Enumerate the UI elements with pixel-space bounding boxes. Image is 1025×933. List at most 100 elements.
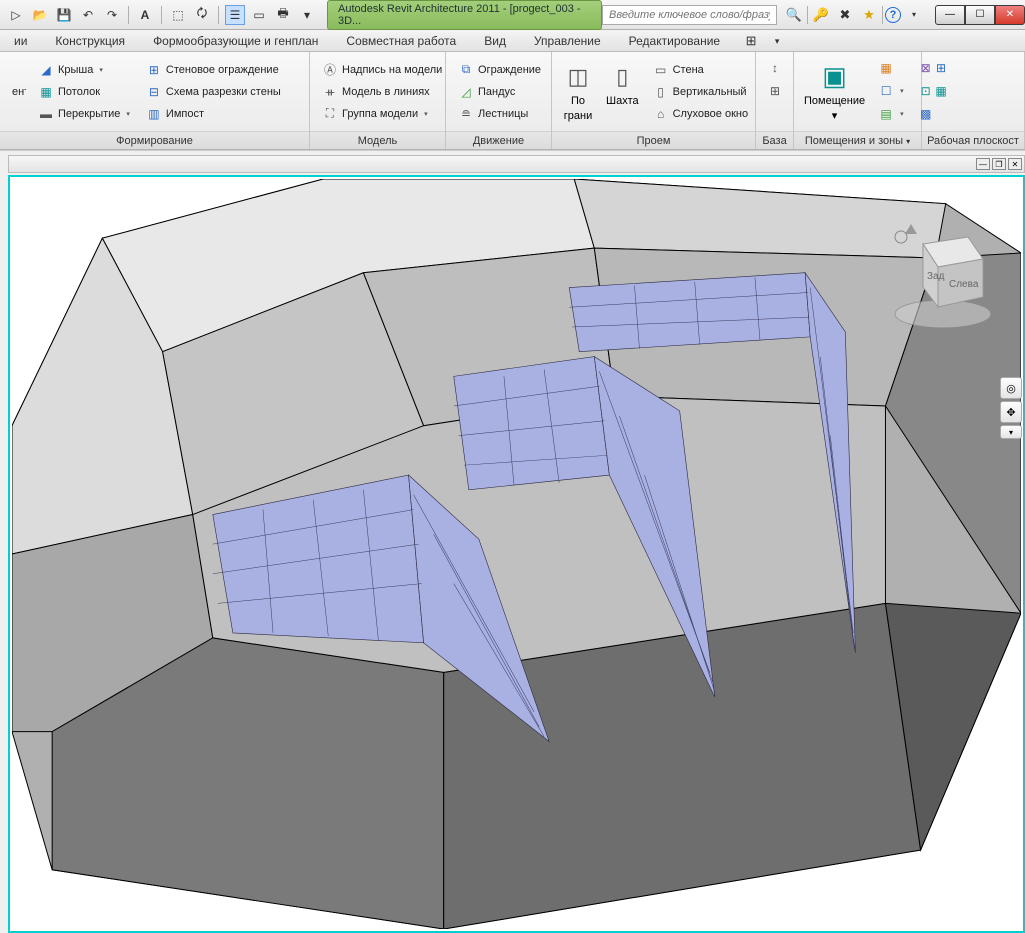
area-button[interactable]: ▤▾ <box>874 104 908 124</box>
mullion-button[interactable]: ▥Импост <box>142 104 285 124</box>
minimize-button[interactable]: — <box>935 5 965 25</box>
sheet-icon[interactable]: ▭ <box>249 5 269 25</box>
search-input[interactable] <box>602 5 777 25</box>
canvas-3d[interactable] <box>12 179 1021 929</box>
tab-massing[interactable]: Формообразующие и генплан <box>139 31 332 51</box>
sync-icon[interactable]: 🗘 <box>192 5 212 25</box>
roof-button[interactable]: ◢Крыша▾ <box>34 60 134 80</box>
curtain-system-icon: ⊞ <box>146 62 162 78</box>
tab-modify[interactable]: Редактирование <box>615 31 734 51</box>
ribbon-collapse-icon[interactable]: ▾ <box>766 31 788 51</box>
view-restore-button[interactable]: ❐ <box>992 158 1006 170</box>
tab-view[interactable]: Вид <box>470 31 520 51</box>
model-line-button[interactable]: ᚑМодель в линиях <box>318 82 446 102</box>
pan-button[interactable]: ✥ <box>1000 401 1022 423</box>
railing-icon: ⧉ <box>458 62 474 78</box>
options-icon[interactable]: ▾ <box>297 5 317 25</box>
viewcube-left-label: Слева <box>949 279 979 290</box>
room-sep-icon: ▦ <box>878 60 894 76</box>
help-dropdown-icon[interactable]: ▾ <box>903 5 925 25</box>
favorites-icon[interactable]: ★ <box>858 5 880 25</box>
ramp-button[interactable]: ◿Пандус <box>454 82 545 102</box>
label: Перекрытие <box>58 108 120 120</box>
separator <box>161 6 162 24</box>
wall-opening-button[interactable]: ▭ Стена <box>649 60 753 80</box>
window-controls: — ☐ ✕ <box>935 5 1025 25</box>
label: Ограждение <box>478 64 541 76</box>
set-plane-icon: ⊞ <box>933 60 949 76</box>
label: Шахта <box>606 95 639 107</box>
open-icon[interactable]: 📂 <box>30 5 50 25</box>
level-button[interactable]: ↕ <box>763 58 787 78</box>
tab-home-truncated[interactable]: ии <box>0 31 41 51</box>
close-button[interactable]: ✕ <box>995 5 1025 25</box>
shaft-button[interactable]: ▯ Шахта <box>600 56 645 127</box>
railing-button[interactable]: ⧉ Ограждение <box>454 60 545 80</box>
model-group-button[interactable]: ⛶Группа модели▾ <box>318 104 446 124</box>
room-separator-button[interactable]: ▦ <box>874 58 908 78</box>
quick-access-toolbar: ▷ 📂 💾 ↶ ↷ A ⬚ 🗘 ☰ ▭ 🖶 ▾ <box>0 5 323 25</box>
stairs-button[interactable]: ≘Лестницы <box>454 104 545 124</box>
text-icon[interactable]: A <box>135 5 155 25</box>
help-icon[interactable]: ? <box>885 7 901 23</box>
label: ент <box>12 86 26 98</box>
subscription-icon[interactable]: 🔑 <box>810 5 832 25</box>
curtain-grid-icon: ⊟ <box>146 84 162 100</box>
app-menu-button[interactable]: ▷ <box>6 5 26 25</box>
ceiling-button[interactable]: ▦Потолок <box>34 82 134 102</box>
cube-icon[interactable]: ⬚ <box>168 5 188 25</box>
panel-toggle-icon[interactable]: ⊞ <box>740 31 762 51</box>
label: Схема разрезки стены <box>166 86 281 98</box>
label: Группа модели <box>342 108 418 120</box>
print-icon[interactable]: 🖶 <box>273 5 293 25</box>
properties-icon[interactable]: ☰ <box>225 5 245 25</box>
tab-structure[interactable]: Конструкция <box>41 31 139 51</box>
exchange-icon[interactable]: ✖ <box>834 5 856 25</box>
model-render <box>12 179 1021 929</box>
panel-title: База <box>756 131 793 149</box>
tab-extras: ⊞ ▾ <box>740 31 788 51</box>
area-icon: ▤ <box>878 106 894 122</box>
nav-expand-button[interactable]: ▾ <box>1000 425 1022 439</box>
tab-manage[interactable]: Управление <box>520 31 615 51</box>
binoculars-icon[interactable]: 🔍 <box>783 5 805 25</box>
panel-opening: ◫ По грани ▯ Шахта ▭Стена ▯Вертикальный … <box>552 52 756 149</box>
panel-title[interactable]: Помещения и зоны▾ <box>794 131 921 149</box>
room-button[interactable]: ▣ Помещение ▾ <box>798 56 871 127</box>
view-minimize-button[interactable]: — <box>976 158 990 170</box>
view-close-button[interactable]: ✕ <box>1008 158 1022 170</box>
label: Стеновое ограждение <box>166 64 279 76</box>
floor-button[interactable]: ▬Перекрытие▾ <box>34 104 134 124</box>
steering-wheel-button[interactable]: ◎ <box>1000 377 1022 399</box>
tab-collaborate[interactable]: Совместная работа <box>332 31 470 51</box>
vertical-icon: ▯ <box>653 84 669 100</box>
curtain-system-button[interactable]: ⊞ Стеновое ограждение <box>142 60 285 80</box>
maximize-button[interactable]: ☐ <box>965 5 995 25</box>
view-3d[interactable]: Зад Слева ◎ ✥ ▾ <box>8 175 1025 933</box>
undo-icon[interactable]: ↶ <box>78 5 98 25</box>
set-workplane-button[interactable]: ⊞ <box>929 58 953 78</box>
save-icon[interactable]: 💾 <box>54 5 74 25</box>
dormer-button[interactable]: ⌂Слуховое окно <box>649 104 753 124</box>
component-button-truncated[interactable]: ент▾ <box>8 84 26 100</box>
room-tag-button[interactable]: ☐▾ <box>874 81 908 101</box>
show-workplane-button[interactable]: ▦ <box>929 81 953 101</box>
grid-button[interactable]: ⊞ <box>763 81 787 101</box>
room-icon: ▣ <box>819 61 851 93</box>
vertical-opening-button[interactable]: ▯Вертикальный <box>649 82 753 102</box>
viewcube[interactable]: Зад Слева <box>883 219 1003 339</box>
ribbon: ент▾ ◢Крыша▾ ▦Потолок ▬Перекрытие▾ ⊞Стен… <box>0 52 1025 150</box>
panel-title: Движение <box>446 131 551 149</box>
shaft-icon: ▯ <box>606 61 638 93</box>
by-face-button[interactable]: ◫ По грани <box>556 56 600 127</box>
redo-icon[interactable]: ↷ <box>102 5 122 25</box>
curtain-grid-button[interactable]: ⊟ Схема разрезки стены <box>142 82 285 102</box>
label: Стена <box>673 64 704 76</box>
document-title: Autodesk Revit Architecture 2011 - [prog… <box>327 0 602 30</box>
model-text-button[interactable]: ⒶНадпись на модели <box>318 60 446 80</box>
model-line-icon: ᚑ <box>322 84 338 100</box>
separator <box>882 6 883 24</box>
label: Крыша <box>58 64 93 76</box>
wall-opening-icon: ▭ <box>653 62 669 78</box>
label: Потолок <box>58 86 100 98</box>
